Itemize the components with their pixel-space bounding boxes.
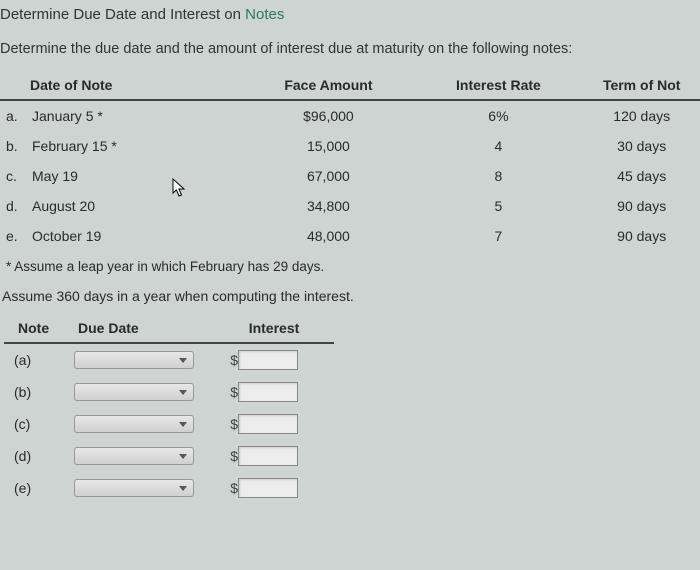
answer-row: (c) $ xyxy=(4,408,334,440)
answer-label: (c) xyxy=(4,408,64,440)
answer-row: (a) $ xyxy=(4,343,334,376)
notes-table: Date of Note Face Amount Interest Rate T… xyxy=(0,71,700,251)
note-rate: 6% xyxy=(413,100,583,131)
note-date: August 20 xyxy=(24,191,243,221)
note-letter: c. xyxy=(0,161,24,191)
note-rate: 5 xyxy=(413,191,583,221)
note-rate: 7 xyxy=(413,221,583,251)
answer-row: (b) $ xyxy=(4,376,334,408)
due-date-dropdown[interactable] xyxy=(74,351,194,369)
title-text: Determine Due Date and Interest on xyxy=(0,6,245,23)
answer-label: (e) xyxy=(4,472,64,504)
assumption-text: Assume 360 days in a year when computing… xyxy=(0,280,700,314)
note-term: 120 days xyxy=(583,100,700,131)
dollar-sign: $ xyxy=(224,448,238,464)
answer-label: (b) xyxy=(4,376,64,408)
interest-input[interactable] xyxy=(238,350,298,370)
header-term: Term of Not xyxy=(583,71,700,100)
note-face: $96,000 xyxy=(243,100,413,131)
answer-row: (d) $ xyxy=(4,440,334,472)
due-date-dropdown[interactable] xyxy=(74,447,194,465)
table-row: c. May 19 67,000 8 45 days xyxy=(0,161,700,191)
dollar-sign: $ xyxy=(224,384,238,400)
note-rate: 8 xyxy=(413,161,583,191)
page-title: Determine Due Date and Interest on Notes xyxy=(0,4,700,33)
table-row: d. August 20 34,800 5 90 days xyxy=(0,191,700,221)
note-letter: d. xyxy=(0,191,24,221)
dollar-sign: $ xyxy=(224,416,238,432)
note-face: 34,800 xyxy=(243,191,413,221)
header-face: Face Amount xyxy=(243,71,413,100)
leap-year-footnote: * Assume a leap year in which February h… xyxy=(0,251,700,280)
note-letter: b. xyxy=(0,131,24,161)
interest-input[interactable] xyxy=(238,446,298,466)
dollar-sign: $ xyxy=(224,480,238,496)
note-term: 90 days xyxy=(583,221,700,251)
note-date: February 15 * xyxy=(24,131,243,161)
answer-header-note: Note xyxy=(4,314,64,343)
note-letter: e. xyxy=(0,221,24,251)
interest-input[interactable] xyxy=(238,414,298,434)
note-term: 30 days xyxy=(583,131,700,161)
notes-link[interactable]: Notes xyxy=(245,6,284,23)
answer-header-duedate: Due Date xyxy=(64,314,214,343)
answer-table: Note Due Date Interest (a) $ (b) $ (c) $… xyxy=(4,314,334,504)
note-letter: a. xyxy=(0,100,24,131)
note-face: 48,000 xyxy=(243,221,413,251)
due-date-dropdown[interactable] xyxy=(74,383,194,401)
note-term: 90 days xyxy=(583,191,700,221)
table-row: b. February 15 * 15,000 4 30 days xyxy=(0,131,700,161)
dollar-sign: $ xyxy=(224,352,238,368)
due-date-dropdown[interactable] xyxy=(74,415,194,433)
answer-label: (a) xyxy=(4,343,64,376)
table-row: a. January 5 * $96,000 6% 120 days xyxy=(0,100,700,131)
answer-header-interest: Interest xyxy=(214,314,334,343)
note-face: 15,000 xyxy=(243,131,413,161)
due-date-dropdown[interactable] xyxy=(74,479,194,497)
header-rate: Interest Rate xyxy=(413,71,583,100)
answer-label: (d) xyxy=(4,440,64,472)
note-face: 67,000 xyxy=(243,161,413,191)
note-rate: 4 xyxy=(413,131,583,161)
table-row: e. October 19 48,000 7 90 days xyxy=(0,221,700,251)
note-date: October 19 xyxy=(24,221,243,251)
note-term: 45 days xyxy=(583,161,700,191)
interest-input[interactable] xyxy=(238,382,298,402)
answer-row: (e) $ xyxy=(4,472,334,504)
instructions: Determine the due date and the amount of… xyxy=(0,33,700,71)
header-date: Date of Note xyxy=(0,71,243,100)
note-date: January 5 * xyxy=(24,100,243,131)
note-date: May 19 xyxy=(24,161,243,191)
interest-input[interactable] xyxy=(238,478,298,498)
